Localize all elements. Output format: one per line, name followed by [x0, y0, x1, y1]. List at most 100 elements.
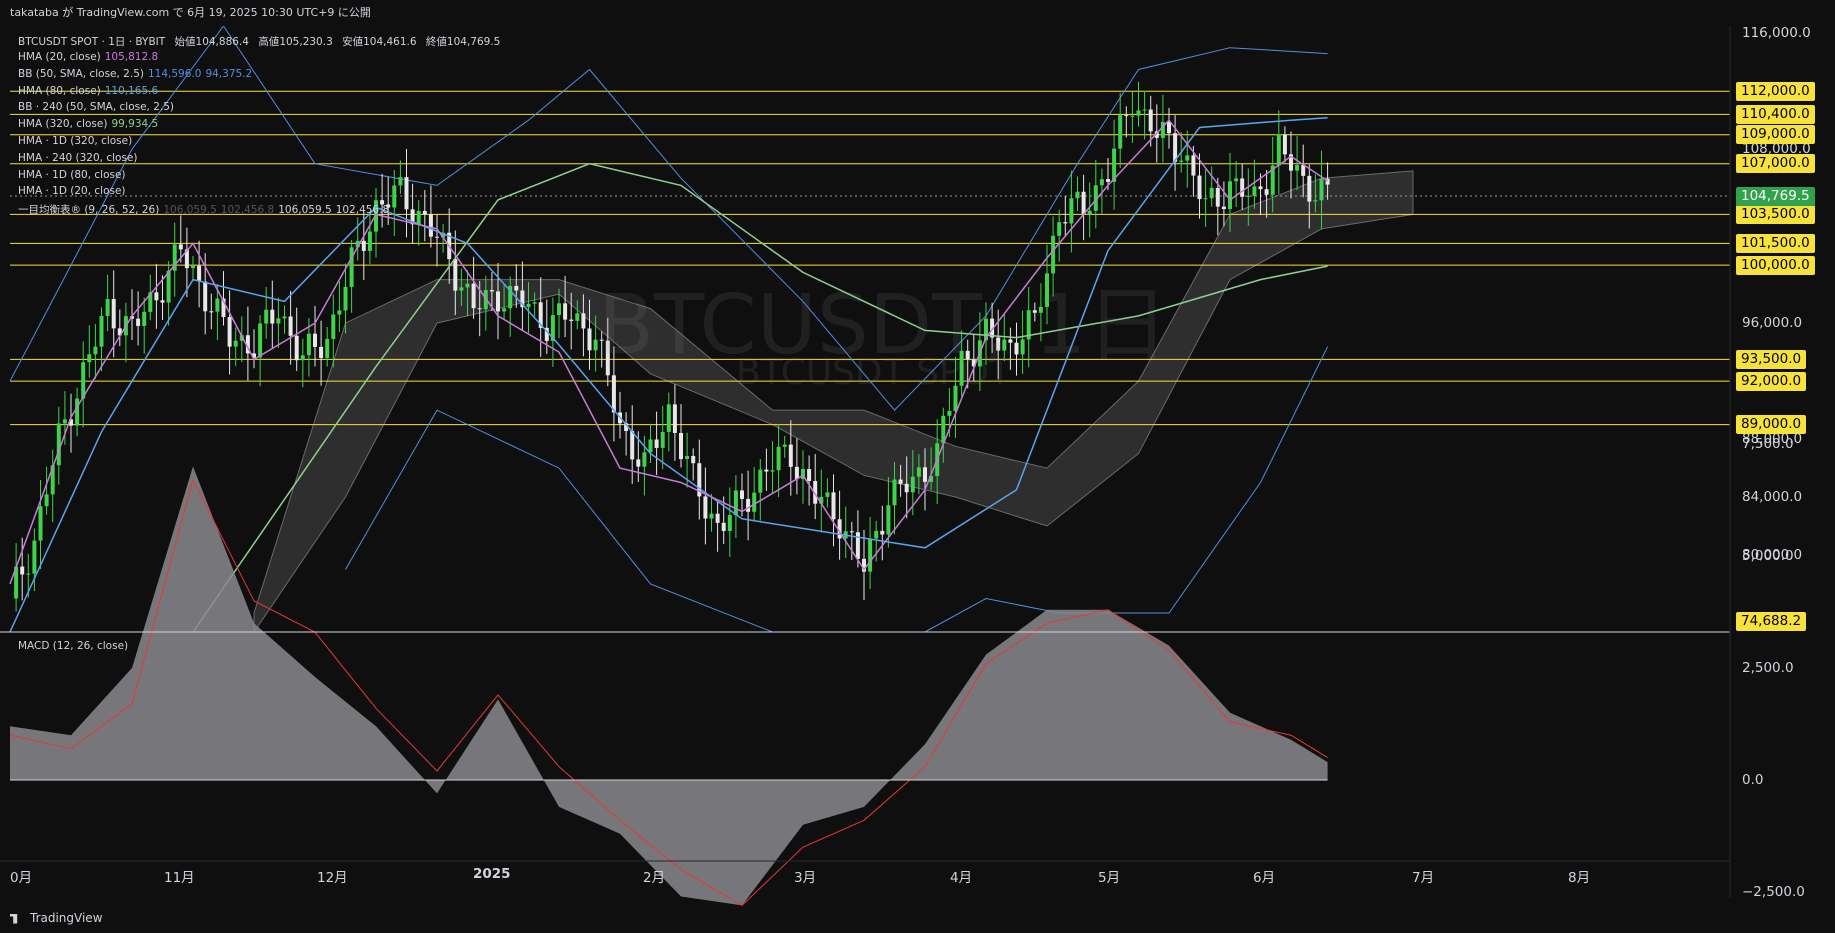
candle-body: [416, 210, 421, 225]
time-axis-label: 0月: [10, 870, 33, 886]
macd-axis-label: 2,500.0: [1742, 659, 1794, 676]
candle-body: [1136, 110, 1141, 116]
time-axis-label: 12月: [317, 870, 348, 886]
candle-body: [477, 308, 482, 310]
candle-body: [788, 444, 793, 467]
candle-body: [746, 498, 751, 512]
candle-body: [691, 455, 696, 464]
candle-body: [471, 283, 476, 309]
indicator-legend-row[interactable]: BB (50, SMA, close, 2.5) 114,596.0 94,375.…: [18, 68, 252, 80]
indicator-legend-row[interactable]: HMA · 240 (320, close): [18, 152, 137, 164]
candle-body: [459, 287, 464, 291]
indicator-legend-row[interactable]: HMA · 1D (20, close): [18, 185, 126, 197]
candle-body: [1234, 178, 1239, 182]
candle-body: [264, 309, 269, 324]
indicator-legend-row[interactable]: HMA · 1D (80, close): [18, 169, 126, 181]
candle-body: [685, 455, 690, 460]
candle-body: [679, 432, 683, 460]
time-axis-label: 6月: [1253, 870, 1276, 886]
candle-body: [526, 303, 531, 308]
indicator-legend-row[interactable]: BB · 240 (50, SMA, close, 2.5): [18, 101, 174, 113]
macd-axis-label: 5,000.0: [1742, 547, 1794, 564]
candle-body: [611, 375, 616, 413]
time-axis-label: 8月: [1568, 870, 1591, 886]
indicator-legend-row[interactable]: HMA (320, close) 99,934.5: [18, 118, 158, 130]
indicator-legend-row[interactable]: 一目均衡表® (9, 26, 52, 26) 106,059.5 102,456.8…: [18, 202, 389, 217]
watermark-sub: BTCUSDT SPOT: [736, 352, 1011, 393]
candle-body: [721, 522, 726, 532]
candle-body: [916, 467, 921, 477]
candle-body: [587, 328, 592, 351]
candle-body: [874, 530, 879, 539]
candle-body: [422, 210, 427, 215]
candle-body: [1301, 164, 1306, 176]
candle-body: [178, 244, 183, 250]
indicator-legend-row[interactable]: HMA (80, close) 110,165.6: [18, 85, 158, 97]
indicator-legend-row[interactable]: HMA (20, close) 105,812.8: [18, 51, 158, 63]
candle-body: [215, 298, 220, 312]
indicator-label: BB · 240 (50, SMA, close, 2.5): [18, 101, 175, 114]
candle-body: [343, 286, 348, 311]
candle-body: [361, 240, 366, 251]
candle-body: [1295, 164, 1300, 171]
indicator-label: HMA · 240 (320, close): [18, 151, 138, 164]
time-axis-label: 11月: [164, 870, 195, 886]
candle-body: [642, 452, 647, 467]
indicator-legend-row[interactable]: HMA · 1D (320, close): [18, 135, 132, 147]
candle-body: [392, 185, 397, 208]
indicator-value: 94,375.2: [205, 67, 253, 80]
candle-body: [276, 318, 281, 324]
candle-body: [270, 309, 275, 324]
price-axis-label: 96,000.0: [1742, 314, 1803, 331]
candle-body: [740, 490, 744, 499]
candle-body: [209, 311, 214, 313]
candle-body: [1197, 175, 1202, 200]
candle-body: [38, 506, 43, 541]
candle-body: [569, 319, 574, 321]
candle-body: [581, 313, 586, 329]
candle-body: [1319, 178, 1324, 201]
price-axis-label: 84,000.0: [1742, 488, 1803, 505]
candle-body: [1081, 191, 1086, 215]
level-price-tag: 109,000.0: [1736, 125, 1815, 145]
candle-body: [300, 355, 305, 361]
candle-body: [105, 299, 110, 316]
candle-body: [81, 362, 86, 399]
candle-body: [1167, 121, 1171, 134]
candle-body: [1258, 186, 1263, 190]
candle-body: [1313, 200, 1318, 202]
candle-body: [75, 398, 80, 426]
close-value: 104,769.5: [446, 36, 501, 48]
macd-axis-label: 7,500.0: [1742, 435, 1794, 452]
candle-body: [306, 333, 311, 356]
price-chart[interactable]: [0, 0, 1835, 933]
candle-body: [99, 315, 104, 347]
candle-body: [947, 410, 952, 416]
time-axis-label: 2025: [473, 866, 511, 882]
candle-body: [142, 311, 147, 326]
level-price-tag: 103,500.0: [1736, 204, 1815, 224]
candle-body: [1142, 109, 1147, 111]
candle-body: [233, 340, 238, 347]
candle-body: [593, 339, 598, 351]
candle-body: [435, 236, 439, 238]
candle-body: [87, 354, 92, 363]
candle-body: [758, 469, 763, 493]
candle-body: [136, 318, 141, 326]
candle-body: [733, 490, 738, 516]
time-axis-label: 5月: [1098, 870, 1121, 886]
candle-body: [62, 419, 67, 424]
indicator-value: 105,812.8: [104, 51, 159, 63]
publish-text: takataba が TradingView.com で 6月 19, 2025…: [10, 6, 371, 19]
indicator-label: HMA · 1D (320, close): [18, 135, 133, 147]
candle-body: [575, 313, 580, 321]
candle-body: [1215, 187, 1220, 207]
candle-body: [715, 513, 720, 523]
candle-body: [111, 299, 116, 329]
candle-body: [1264, 189, 1269, 195]
level-price-tag: 89,000.0: [1736, 415, 1807, 435]
candle-body: [654, 439, 659, 448]
indicator-label: HMA · 1D (80, close): [18, 168, 126, 181]
level-price-tag: 92,000.0: [1736, 371, 1807, 391]
candle-body: [825, 492, 830, 497]
